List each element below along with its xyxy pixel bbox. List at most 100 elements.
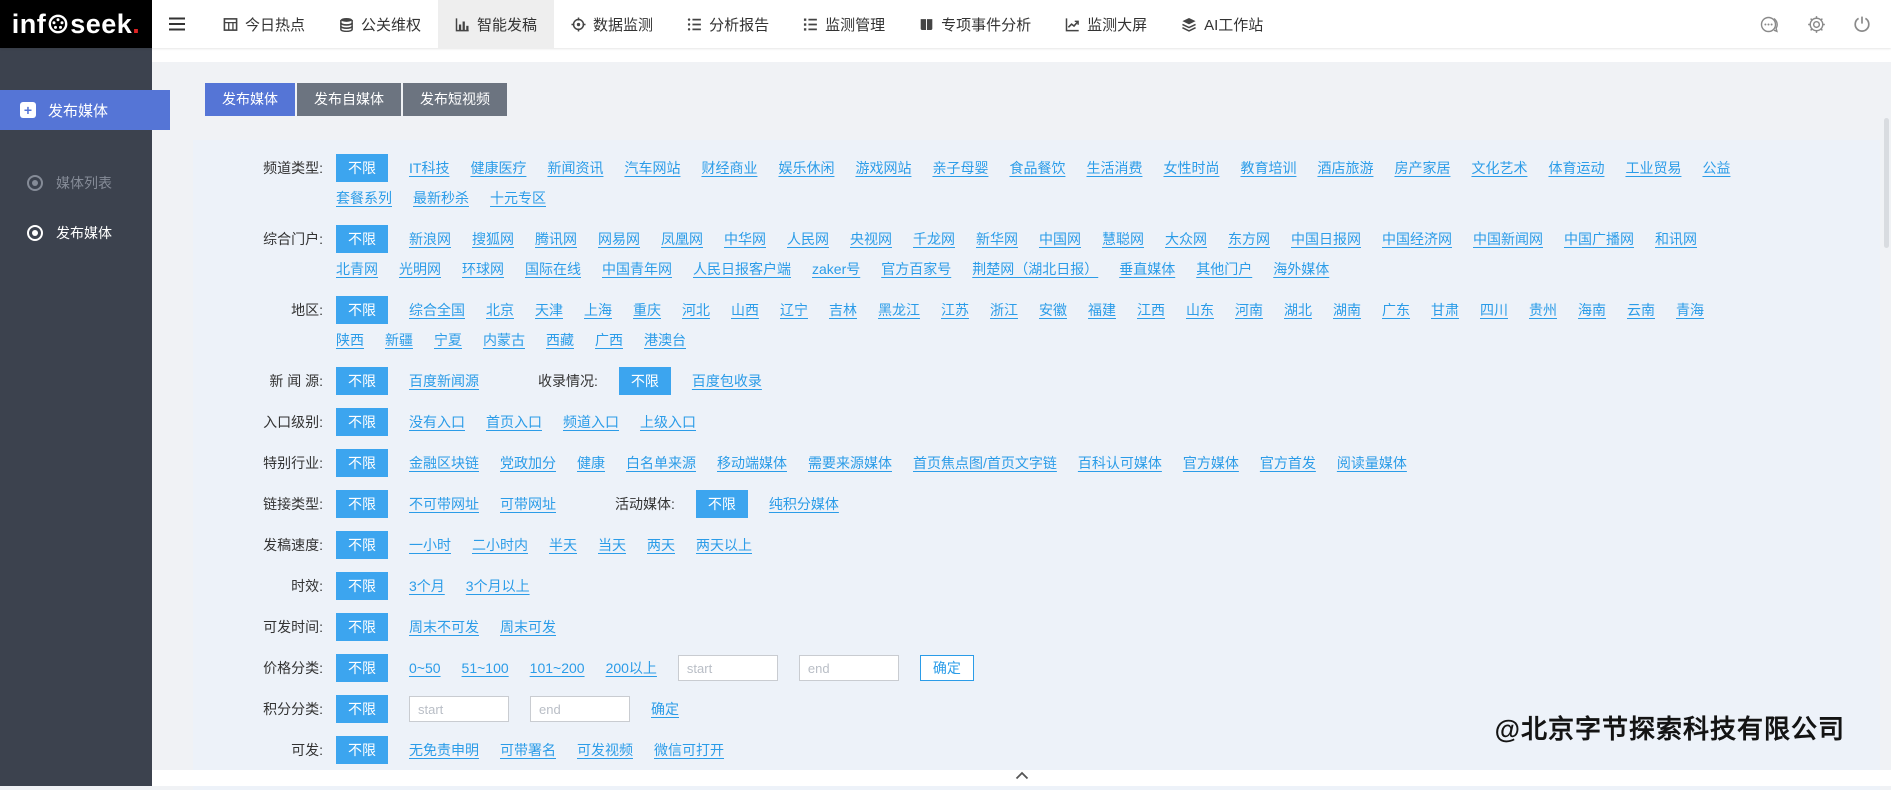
filter-option[interactable]: 当天 — [598, 530, 626, 560]
nav-item-8[interactable]: 监测大屏 — [1048, 0, 1164, 48]
nav-item-3[interactable]: 智能发稿 — [438, 0, 554, 48]
filter-option[interactable]: 港澳台 — [644, 325, 686, 355]
filter-option[interactable]: 上级入口 — [640, 407, 696, 437]
filter-option[interactable]: 国际在线 — [525, 254, 581, 284]
filter-option[interactable]: 海南 — [1578, 295, 1606, 325]
filter-option-selected[interactable]: 不限 — [619, 367, 671, 395]
filter-option[interactable]: 海外媒体 — [1273, 254, 1329, 284]
filter-option[interactable]: 山西 — [731, 295, 759, 325]
settings-icon[interactable] — [1807, 15, 1826, 34]
filter-option[interactable]: 搜狐网 — [472, 224, 514, 254]
filter-option[interactable]: 汽车网站 — [624, 153, 680, 183]
filter-option[interactable]: 首页焦点图/首页文字链 — [913, 448, 1057, 478]
filter-option[interactable]: 半天 — [549, 530, 577, 560]
filter-option[interactable]: 新闻资讯 — [547, 153, 603, 183]
filter-option[interactable]: 千龙网 — [913, 224, 955, 254]
filter-option[interactable]: 凤凰网 — [661, 224, 703, 254]
filter-option[interactable]: 最新秒杀 — [413, 183, 469, 213]
filter-option[interactable]: 江苏 — [941, 295, 969, 325]
filter-option[interactable]: 生活消费 — [1086, 153, 1142, 183]
filter-option[interactable]: 可带署名 — [500, 735, 556, 765]
filter-option[interactable]: 慧聪网 — [1102, 224, 1144, 254]
filter-option[interactable]: 浙江 — [990, 295, 1018, 325]
filter-option[interactable]: 福建 — [1088, 295, 1116, 325]
filter-option[interactable]: 上海 — [584, 295, 612, 325]
filter-option[interactable]: 湖北 — [1284, 295, 1312, 325]
filter-option[interactable]: 阅读量媒体 — [1337, 448, 1407, 478]
filter-option-selected[interactable]: 不限 — [336, 572, 388, 600]
power-icon[interactable] — [1853, 15, 1871, 33]
filter-option-selected[interactable]: 不限 — [336, 736, 388, 764]
filter-option[interactable]: 荆楚网（湖北日报） — [972, 254, 1098, 284]
filter-option[interactable]: 可发视频 — [577, 735, 633, 765]
filter-option[interactable]: 人民日报客户端 — [693, 254, 791, 284]
filter-option[interactable]: 光明网 — [399, 254, 441, 284]
filter-option[interactable]: 食品餐饮 — [1009, 153, 1065, 183]
filter-option[interactable]: 纯积分媒体 — [769, 489, 839, 519]
filter-option[interactable]: 湖南 — [1333, 295, 1361, 325]
filter-option-selected[interactable]: 不限 — [336, 490, 388, 518]
sidebar-item-2[interactable]: 发布媒体 — [0, 208, 152, 258]
filter-option[interactable]: 可带网址 — [500, 489, 556, 519]
filter-option[interactable]: 0~50 — [409, 653, 441, 683]
filter-option[interactable]: 没有入口 — [409, 407, 465, 437]
filter-option[interactable]: 周末可发 — [500, 612, 556, 642]
filter-option-selected[interactable]: 不限 — [336, 449, 388, 477]
nav-item-2[interactable]: 公关维权 — [322, 0, 438, 48]
filter-option[interactable]: 山东 — [1186, 295, 1214, 325]
filter-option[interactable]: 财经商业 — [701, 153, 757, 183]
range-end-input[interactable] — [530, 696, 630, 722]
filter-option[interactable]: 广东 — [1382, 295, 1410, 325]
filter-option[interactable]: 安徽 — [1039, 295, 1067, 325]
range-start-input[interactable] — [678, 655, 778, 681]
filter-option[interactable]: 女性时尚 — [1163, 153, 1219, 183]
filter-option[interactable]: 新华网 — [976, 224, 1018, 254]
filter-option[interactable]: 微信可打开 — [654, 735, 724, 765]
tab-1[interactable]: 发布媒体 — [205, 83, 295, 116]
confirm-button[interactable]: 确定 — [920, 655, 974, 681]
filter-option[interactable]: 黑龙江 — [878, 295, 920, 325]
filter-option[interactable]: 综合全国 — [409, 295, 465, 325]
filter-option[interactable]: 河北 — [682, 295, 710, 325]
scrollbar-thumb[interactable] — [1884, 118, 1889, 248]
nav-item-6[interactable]: 监测管理 — [786, 0, 902, 48]
filter-option[interactable]: 101~200 — [530, 653, 585, 683]
filter-option-selected[interactable]: 不限 — [336, 225, 388, 253]
range-end-input[interactable] — [799, 655, 899, 681]
filter-option[interactable]: 百度包收录 — [692, 366, 762, 396]
filter-option[interactable]: 四川 — [1480, 295, 1508, 325]
filter-option[interactable]: 无免责申明 — [409, 735, 479, 765]
filter-option-selected[interactable]: 不限 — [336, 154, 388, 182]
filter-option[interactable]: 金融区块链 — [409, 448, 479, 478]
filter-option[interactable]: 新浪网 — [409, 224, 451, 254]
filter-option[interactable]: 北青网 — [336, 254, 378, 284]
filter-option[interactable]: 健康医疗 — [470, 153, 526, 183]
filter-option[interactable]: 移动端媒体 — [717, 448, 787, 478]
range-start-input[interactable] — [409, 696, 509, 722]
filter-option[interactable]: 一小时 — [409, 530, 451, 560]
filter-option-selected[interactable]: 不限 — [336, 613, 388, 641]
filter-option[interactable]: 和讯网 — [1655, 224, 1697, 254]
filter-option[interactable]: 中国广播网 — [1564, 224, 1634, 254]
filter-option[interactable]: 辽宁 — [780, 295, 808, 325]
filter-option[interactable]: 十元专区 — [490, 183, 546, 213]
filter-option[interactable]: 央视网 — [850, 224, 892, 254]
filter-option[interactable]: 中国新闻网 — [1473, 224, 1543, 254]
tab-3[interactable]: 发布短视频 — [403, 83, 507, 116]
filter-option[interactable]: 甘肃 — [1431, 295, 1459, 325]
filter-option[interactable]: 200以上 — [606, 653, 657, 683]
filter-option[interactable]: 3个月 — [409, 571, 445, 601]
filter-option[interactable]: 游戏网站 — [855, 153, 911, 183]
nav-item-9[interactable]: AI工作站 — [1164, 0, 1280, 48]
nav-item-1[interactable]: 今日热点 — [206, 0, 322, 48]
filter-option[interactable]: 内蒙古 — [483, 325, 525, 355]
filter-option[interactable]: 东方网 — [1228, 224, 1270, 254]
nav-item-5[interactable]: 分析报告 — [670, 0, 786, 48]
filter-option[interactable]: 广西 — [595, 325, 623, 355]
filter-option[interactable]: 官方首发 — [1260, 448, 1316, 478]
filter-option[interactable]: 西藏 — [546, 325, 574, 355]
filter-option[interactable]: 河南 — [1235, 295, 1263, 325]
filter-option[interactable]: zaker号 — [812, 254, 860, 284]
filter-option[interactable]: 垂直媒体 — [1119, 254, 1175, 284]
filter-option[interactable]: 大众网 — [1165, 224, 1207, 254]
